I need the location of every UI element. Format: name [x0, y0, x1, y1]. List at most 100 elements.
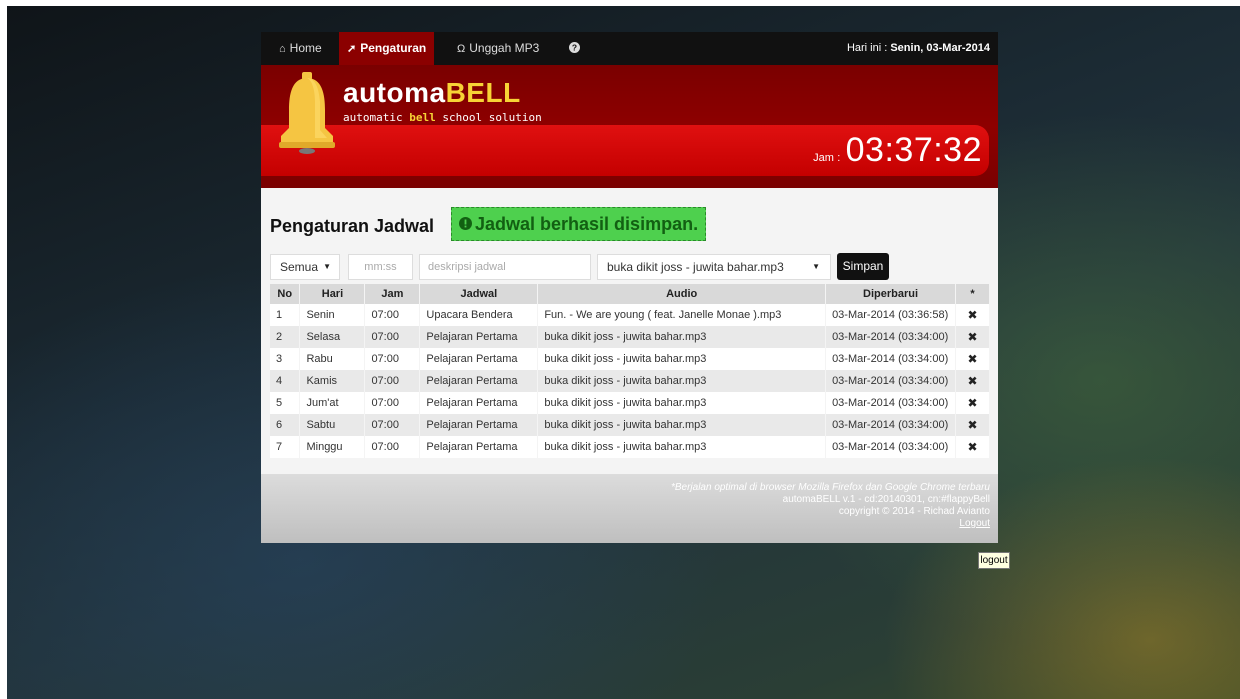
cell-no: 7	[270, 436, 301, 458]
logout-tooltip: logout	[978, 552, 1010, 569]
cell-no: 4	[270, 370, 301, 392]
footer-copyright: copyright © 2014 - Richad Avianto	[838, 506, 990, 517]
cell-updated: 03-Mar-2014 (03:34:00)	[825, 326, 956, 348]
today-date: Hari ini : Senin, 03-Mar-2014	[847, 32, 990, 65]
table-row: 4 Kamis 07:00 Pelajaran Pertama buka dik…	[270, 370, 991, 392]
main-content: Pengaturan Jadwal Jadwal berhasil disimp…	[261, 188, 998, 474]
description-input[interactable]: deskripsi jadwal	[419, 254, 591, 280]
cell-audio: buka dikit joss - juwita bahar.mp3	[537, 414, 827, 436]
column-header-hari: Hari	[299, 284, 366, 304]
clock-separator: :	[837, 152, 841, 164]
day-select-value: Semua	[280, 260, 319, 274]
delete-icon[interactable]: ✖	[955, 304, 991, 326]
logout-link[interactable]: Logout	[671, 518, 990, 530]
today-label: Hari ini :	[846, 42, 891, 54]
column-header-jadwal: Jadwal	[419, 284, 539, 304]
cell-no: 5	[270, 392, 301, 414]
cell-no: 2	[270, 326, 301, 348]
cell-day: Senin	[299, 304, 366, 326]
app-header: automaBELL automatic bell school solutio…	[261, 65, 998, 188]
table-header-row: No Hari Jam Jadwal Audio Diperbarui *	[270, 284, 991, 304]
table-row: 6 Sabtu 07:00 Pelajaran Pertama buka dik…	[270, 414, 991, 436]
table-row: 5 Jum'at 07:00 Pelajaran Pertama buka di…	[270, 392, 991, 414]
audio-select[interactable]: buka dikit joss - juwita bahar.mp3 ▼	[597, 254, 831, 280]
column-header-diperbarui: Diperbarui	[825, 284, 956, 304]
day-select[interactable]: Semua ▼	[270, 254, 340, 280]
cell-time: 07:00	[364, 326, 421, 348]
delete-icon[interactable]: ✖	[955, 414, 991, 436]
delete-icon[interactable]: ✖	[955, 348, 991, 370]
nav-pengaturan-label: Pengaturan	[360, 41, 427, 55]
cell-audio: buka dikit joss - juwita bahar.mp3	[537, 370, 827, 392]
info-icon	[459, 217, 472, 230]
success-alert-text: Jadwal berhasil disimpan.	[475, 214, 699, 234]
success-alert: Jadwal berhasil disimpan.	[451, 207, 707, 241]
nav-home-label: Home	[289, 41, 322, 55]
app-window: ⌂ Home ➚ Pengaturan Ω Unggah MP3 ? Hari ini…	[261, 32, 998, 543]
cell-audio: buka dikit joss - juwita bahar.mp3	[537, 436, 827, 458]
app-footer: *Berjalan optimal di browser Mozilla Fir…	[261, 474, 998, 543]
nav-home[interactable]: ⌂ Home	[271, 32, 330, 65]
screen-top-edge	[0, 0, 1240, 6]
nav-unggah-mp3[interactable]: Ω Unggah MP3	[449, 32, 547, 65]
cell-day: Minggu	[299, 436, 366, 458]
page-title: Pengaturan Jadwal	[270, 216, 435, 236]
cell-updated: 03-Mar-2014 (03:36:58)	[825, 304, 956, 326]
schedule-table: No Hari Jam Jadwal Audio Diperbarui * 1 …	[270, 284, 991, 458]
cell-schedule: Pelajaran Pertama	[419, 326, 539, 348]
table-row: 1 Senin 07:00 Upacara Bendera Fun. - We …	[270, 304, 991, 326]
cell-schedule: Pelajaran Pertama	[419, 392, 539, 414]
time-input[interactable]: mm:ss	[348, 254, 413, 280]
column-header-no: No	[270, 284, 301, 304]
delete-icon[interactable]: ✖	[955, 392, 991, 414]
cell-time: 07:00	[364, 304, 421, 326]
cell-no: 3	[270, 348, 301, 370]
delete-icon[interactable]: ✖	[955, 326, 991, 348]
tagline-post: school solution	[435, 111, 542, 124]
brand-name-accent: BELL	[445, 77, 521, 108]
cell-audio: buka dikit joss - juwita bahar.mp3	[537, 326, 827, 348]
navbar: ⌂ Home ➚ Pengaturan Ω Unggah MP3 ? Hari ini…	[261, 32, 998, 65]
cell-schedule: Upacara Bendera	[419, 304, 539, 326]
cell-time: 07:00	[364, 436, 421, 458]
footer-browser-note: *Berjalan optimal di browser Mozilla Fir…	[670, 482, 990, 493]
cell-no: 1	[270, 304, 301, 326]
bell-icon	[279, 72, 335, 154]
table-row: 2 Selasa 07:00 Pelajaran Pertama buka di…	[270, 326, 991, 348]
today-value: Senin, 03-Mar-2014	[890, 42, 990, 54]
chevron-down-icon: ▼	[323, 262, 331, 271]
home-icon: ⌂	[279, 43, 286, 55]
cell-day: Rabu	[299, 348, 366, 370]
tagline-pre: automatic	[343, 111, 410, 124]
cell-no: 6	[270, 414, 301, 436]
brand-tagline: automatic bell school solution	[343, 111, 542, 124]
column-header-jam: Jam	[364, 284, 421, 304]
clock-label: Jam	[813, 152, 834, 164]
column-header-audio: Audio	[537, 284, 827, 304]
time-input-placeholder: mm:ss	[364, 261, 397, 273]
save-button[interactable]: Simpan	[837, 253, 889, 280]
nav-pengaturan[interactable]: ➚ Pengaturan	[339, 32, 435, 65]
cell-day: Sabtu	[299, 414, 366, 436]
delete-icon[interactable]: ✖	[955, 436, 991, 458]
cell-audio: buka dikit joss - juwita bahar.mp3	[537, 348, 827, 370]
clock-time: 03:37:32	[845, 131, 982, 169]
cell-updated: 03-Mar-2014 (03:34:00)	[825, 370, 956, 392]
cell-schedule: Pelajaran Pertama	[419, 414, 539, 436]
screen-left-edge	[0, 0, 7, 699]
cell-time: 07:00	[364, 370, 421, 392]
audio-select-value: buka dikit joss - juwita bahar.mp3	[607, 260, 784, 274]
description-input-placeholder: deskripsi jadwal	[428, 261, 506, 273]
brand-name-main: automa	[343, 77, 446, 108]
nav-unggah-mp3-label: Unggah MP3	[469, 41, 540, 55]
brand-logo: automaBELL	[343, 77, 521, 109]
footer-text: *Berjalan optimal di browser Mozilla Fir…	[671, 482, 990, 530]
clock: Jam : 03:37:32	[813, 131, 982, 170]
column-header-actions: *	[955, 284, 991, 304]
cell-schedule: Pelajaran Pertama	[419, 370, 539, 392]
cell-updated: 03-Mar-2014 (03:34:00)	[825, 436, 956, 458]
delete-icon[interactable]: ✖	[955, 370, 991, 392]
svg-text:?: ?	[572, 43, 577, 53]
nav-help[interactable]: ?	[561, 32, 588, 65]
cell-audio: Fun. - We are young ( feat. Janelle Mona…	[537, 304, 827, 326]
